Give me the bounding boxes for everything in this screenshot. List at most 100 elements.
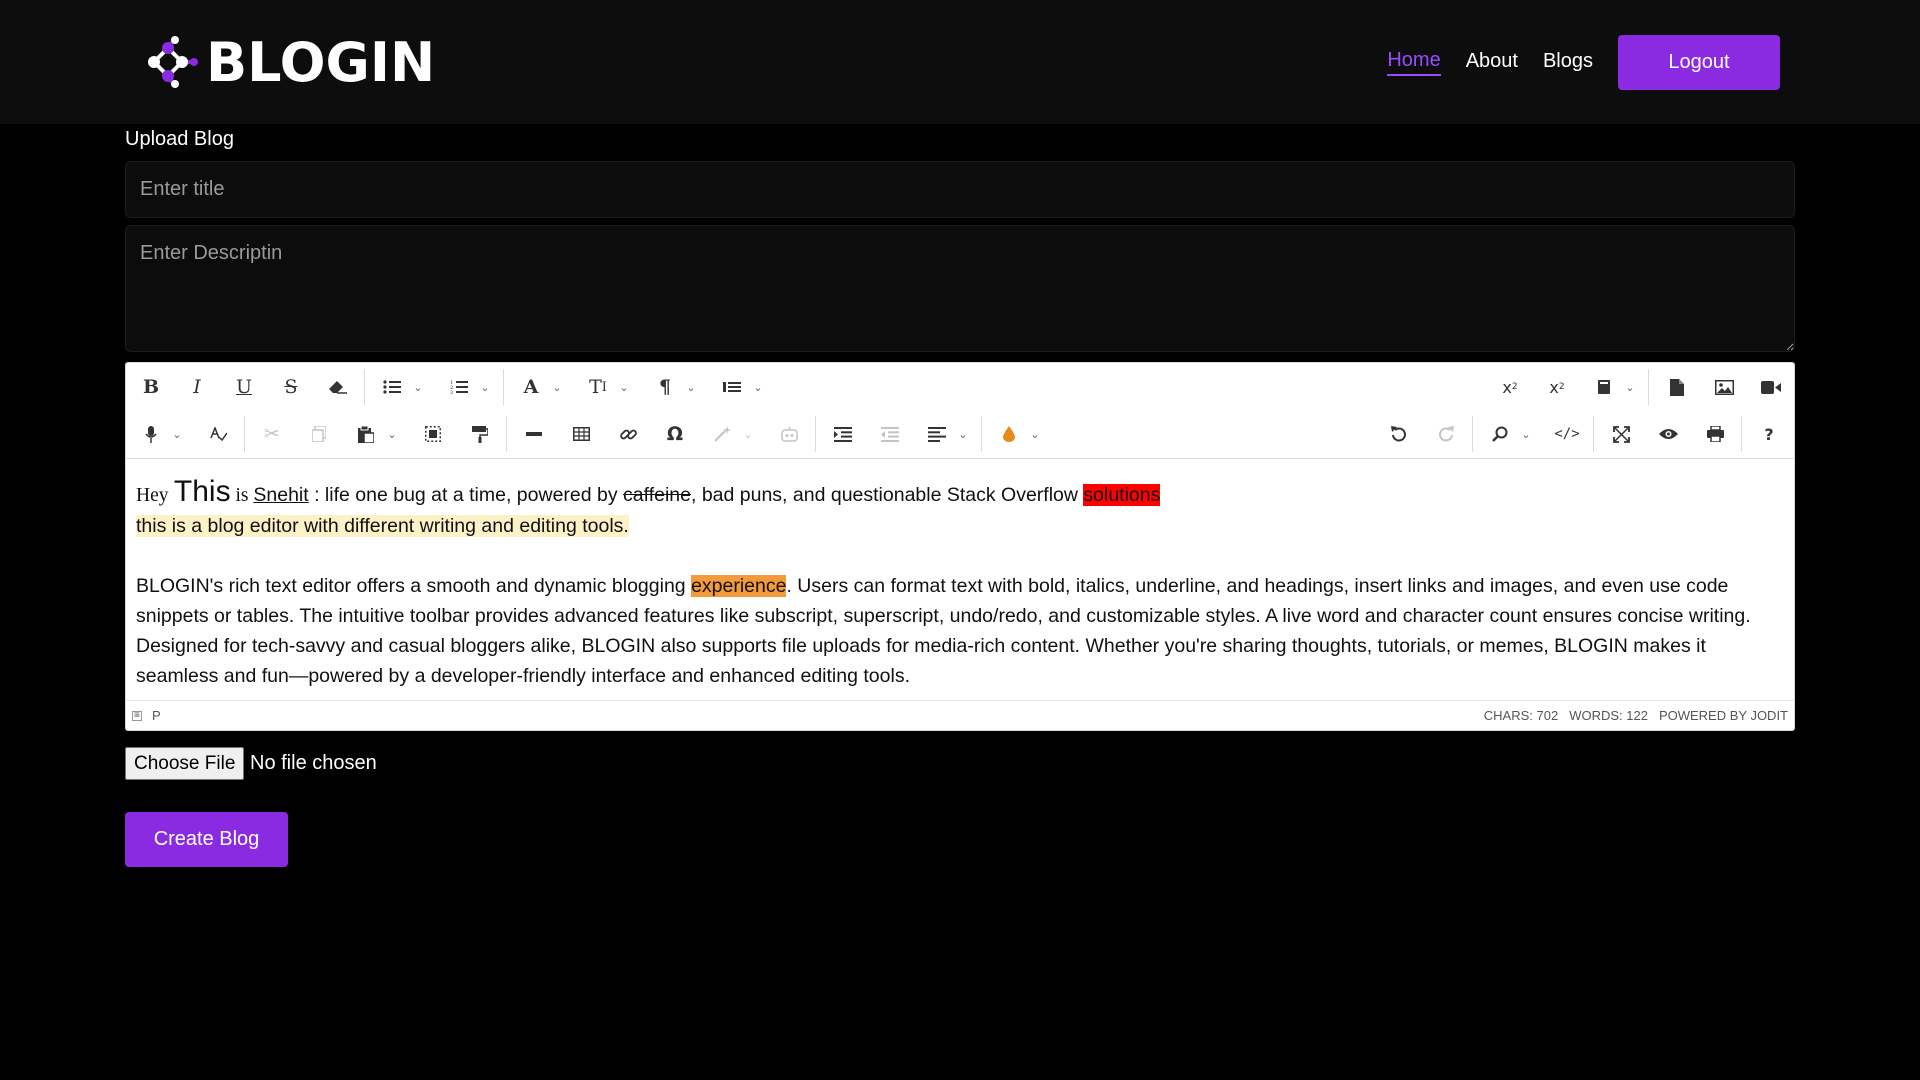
chevron-down-icon[interactable]: ⌄ bbox=[549, 371, 565, 403]
content-after: , bad puns, and questionable Stack Overf… bbox=[690, 484, 1084, 506]
title-input[interactable] bbox=[125, 161, 1795, 218]
editor-toolbar: B I U S ⌄ 123 ⌄ A ⌄ TI ⌄ ¶ ⌄ ⌄ x 2 x 2 ⌄… bbox=[126, 363, 1794, 459]
content-line-2: this is a blog editor with different wri… bbox=[136, 511, 1784, 541]
align-icon[interactable] bbox=[921, 418, 953, 450]
choose-file-button[interactable]: Choose File bbox=[125, 747, 245, 780]
microphone-icon[interactable] bbox=[135, 418, 167, 450]
brand-name: BLOGIN bbox=[206, 30, 436, 94]
chevron-down-icon[interactable]: ⌄ bbox=[750, 371, 766, 403]
chevron-down-icon[interactable]: ⌄ bbox=[169, 418, 185, 450]
bold-icon[interactable]: B bbox=[135, 371, 167, 403]
top-navbar: BLOGIN Home About Blogs Logout bbox=[0, 0, 1920, 124]
toolbar-separator bbox=[815, 416, 816, 452]
create-blog-button[interactable]: Create Blog bbox=[125, 812, 288, 867]
paragraph-icon[interactable]: ¶ bbox=[649, 371, 681, 403]
chevron-down-icon[interactable]: ⌄ bbox=[616, 371, 632, 403]
editor-content[interactable]: Hey This is Snehit : life one bug at a t… bbox=[126, 459, 1794, 702]
content-strike: caffeine bbox=[623, 484, 691, 506]
fullscreen-icon[interactable] bbox=[1605, 418, 1637, 450]
content-is: is bbox=[230, 485, 254, 506]
eraser-icon[interactable] bbox=[322, 371, 354, 403]
link-icon[interactable] bbox=[612, 418, 644, 450]
upload-blog-heading: Upload Blog bbox=[125, 128, 234, 150]
copy-icon[interactable] bbox=[303, 418, 335, 450]
brush-icon[interactable] bbox=[993, 418, 1025, 450]
file-status-text: No file chosen bbox=[250, 752, 377, 774]
file-icon[interactable] bbox=[1661, 371, 1693, 403]
toolbar-separator bbox=[1741, 416, 1742, 452]
preview-icon[interactable] bbox=[1652, 418, 1684, 450]
description-input[interactable] bbox=[125, 225, 1795, 352]
toolbar-separator bbox=[506, 416, 507, 452]
nav-link-home[interactable]: Home bbox=[1387, 49, 1441, 76]
content-red-highlight: solutions bbox=[1083, 484, 1161, 506]
image-icon[interactable] bbox=[1708, 371, 1740, 403]
underline-icon[interactable]: U bbox=[228, 371, 260, 403]
content-yellow-highlight: this is a blog editor with different wri… bbox=[136, 515, 629, 537]
subscript-icon[interactable]: x2 bbox=[1541, 371, 1573, 403]
indent-icon[interactable] bbox=[827, 418, 859, 450]
select-all-icon[interactable] bbox=[417, 418, 449, 450]
spellcheck-icon[interactable] bbox=[202, 418, 234, 450]
content-paragraph: BLOGIN's rich text editor offers a smoot… bbox=[136, 571, 1784, 691]
symbols-icon[interactable]: Ω bbox=[659, 418, 691, 450]
molecule-logo-icon bbox=[148, 36, 198, 88]
bullet-list-icon[interactable] bbox=[376, 371, 408, 403]
content-orange-highlight: experience bbox=[691, 575, 787, 597]
classname-icon[interactable] bbox=[1588, 371, 1620, 403]
toolbar-separator bbox=[1472, 416, 1473, 452]
find-icon[interactable] bbox=[1484, 418, 1516, 450]
chevron-down-icon[interactable]: ⌄ bbox=[477, 371, 493, 403]
outdent-icon[interactable] bbox=[874, 418, 906, 450]
chevron-down-icon[interactable]: ⌄ bbox=[740, 418, 756, 450]
print-icon[interactable] bbox=[1699, 418, 1731, 450]
horizontal-rule-icon[interactable] bbox=[518, 418, 550, 450]
italic-icon[interactable]: I bbox=[181, 371, 213, 403]
chevron-down-icon[interactable]: ⌄ bbox=[1518, 418, 1534, 450]
chevron-down-icon[interactable]: ⌄ bbox=[1622, 371, 1638, 403]
numbered-list-icon[interactable]: 123 bbox=[443, 371, 475, 403]
content-this: This bbox=[173, 475, 231, 508]
line-height-icon[interactable] bbox=[716, 371, 748, 403]
source-icon[interactable]: </> bbox=[1551, 418, 1583, 450]
table-icon[interactable] bbox=[565, 418, 597, 450]
chevron-down-icon[interactable]: ⌄ bbox=[384, 418, 400, 450]
char-count: Chars: 702 bbox=[1483, 708, 1559, 723]
help-icon[interactable]: ? bbox=[1753, 418, 1785, 450]
strikethrough-icon[interactable]: S bbox=[275, 371, 307, 403]
chevron-down-icon[interactable]: ⌄ bbox=[410, 371, 426, 403]
cut-icon[interactable]: ✂ bbox=[256, 418, 288, 450]
powered-by-link[interactable]: Powered by Jodit bbox=[1659, 708, 1788, 723]
copy-format-icon[interactable] bbox=[464, 418, 496, 450]
toolbar-separator bbox=[981, 416, 982, 452]
chevron-down-icon[interactable]: ⌄ bbox=[683, 371, 699, 403]
content-hey: Hey bbox=[136, 485, 169, 506]
main-nav: Home About Blogs Logout bbox=[1362, 34, 1780, 90]
logout-button[interactable]: Logout bbox=[1618, 34, 1780, 90]
element-path[interactable]: P bbox=[152, 708, 1473, 723]
paste-icon[interactable] bbox=[350, 418, 382, 450]
nav-link-about[interactable]: About bbox=[1466, 50, 1518, 75]
toolbar-separator bbox=[364, 369, 365, 405]
content-mid: : life one bug at a time, powered by bbox=[308, 484, 624, 506]
resize-grip-icon[interactable]: ⊞ bbox=[132, 710, 142, 721]
video-icon[interactable] bbox=[1755, 371, 1787, 403]
font-size-icon[interactable]: TI bbox=[582, 371, 614, 403]
toolbar-separator bbox=[244, 416, 245, 452]
ai-assistant-icon[interactable] bbox=[706, 418, 738, 450]
svg-text:3: 3 bbox=[450, 390, 453, 394]
nav-link-blogs[interactable]: Blogs bbox=[1543, 50, 1593, 75]
rich-text-editor: B I U S ⌄ 123 ⌄ A ⌄ TI ⌄ ¶ ⌄ ⌄ x 2 x 2 ⌄… bbox=[125, 362, 1795, 731]
chevron-down-icon[interactable]: ⌄ bbox=[955, 418, 971, 450]
ai-commands-icon[interactable] bbox=[773, 418, 805, 450]
redo-icon[interactable] bbox=[1430, 418, 1462, 450]
toolbar-separator bbox=[1648, 369, 1649, 405]
toolbar-row-2: ⌄ ✂ ⌄ Ω ⌄ ⌄ ⌄ ⌄ </> ? bbox=[126, 410, 1794, 457]
chevron-down-icon[interactable]: ⌄ bbox=[1027, 418, 1043, 450]
brand-logo[interactable]: BLOGIN bbox=[142, 30, 436, 94]
undo-icon[interactable] bbox=[1383, 418, 1415, 450]
toolbar-row-1: B I U S ⌄ 123 ⌄ A ⌄ TI ⌄ ¶ ⌄ ⌄ x 2 x 2 ⌄ bbox=[126, 363, 1794, 410]
font-icon[interactable]: A bbox=[515, 371, 547, 403]
superscript-icon[interactable]: x2 bbox=[1494, 371, 1526, 403]
